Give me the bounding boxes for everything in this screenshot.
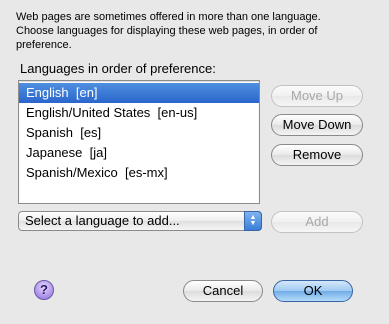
language-item[interactable]: English/United States [en-us] (19, 103, 259, 123)
ok-button[interactable]: OK (273, 280, 353, 302)
language-item[interactable]: Spanish/Mexico [es-mx] (19, 163, 259, 183)
move-up-button[interactable]: Move Up (271, 85, 363, 107)
language-item[interactable]: Spanish [es] (19, 123, 259, 143)
languages-list[interactable]: English [en] English/United States [en-u… (18, 80, 260, 204)
description-text: Web pages are sometimes offered in more … (16, 10, 376, 52)
add-language-popup-value: Select a language to add... (25, 213, 180, 228)
languages-list-label: Languages in order of preference: (20, 61, 216, 76)
language-item[interactable]: Japanese [ja] (19, 143, 259, 163)
description-line: Web pages are sometimes offered in more … (16, 11, 321, 23)
add-language-popup[interactable]: Select a language to add... ▲ ▼ (18, 211, 262, 231)
add-button[interactable]: Add (271, 211, 363, 233)
help-button[interactable]: ? (34, 280, 54, 300)
language-item[interactable]: English [en] (19, 83, 259, 103)
chevron-down-icon: ▼ (249, 220, 257, 227)
description-line: Choose languages for displaying these we… (16, 25, 318, 37)
popup-arrows-icon: ▲ ▼ (244, 211, 262, 231)
cancel-button[interactable]: Cancel (183, 280, 263, 302)
description-line: preference. (16, 39, 72, 51)
remove-button[interactable]: Remove (271, 144, 363, 166)
move-down-button[interactable]: Move Down (271, 114, 363, 136)
